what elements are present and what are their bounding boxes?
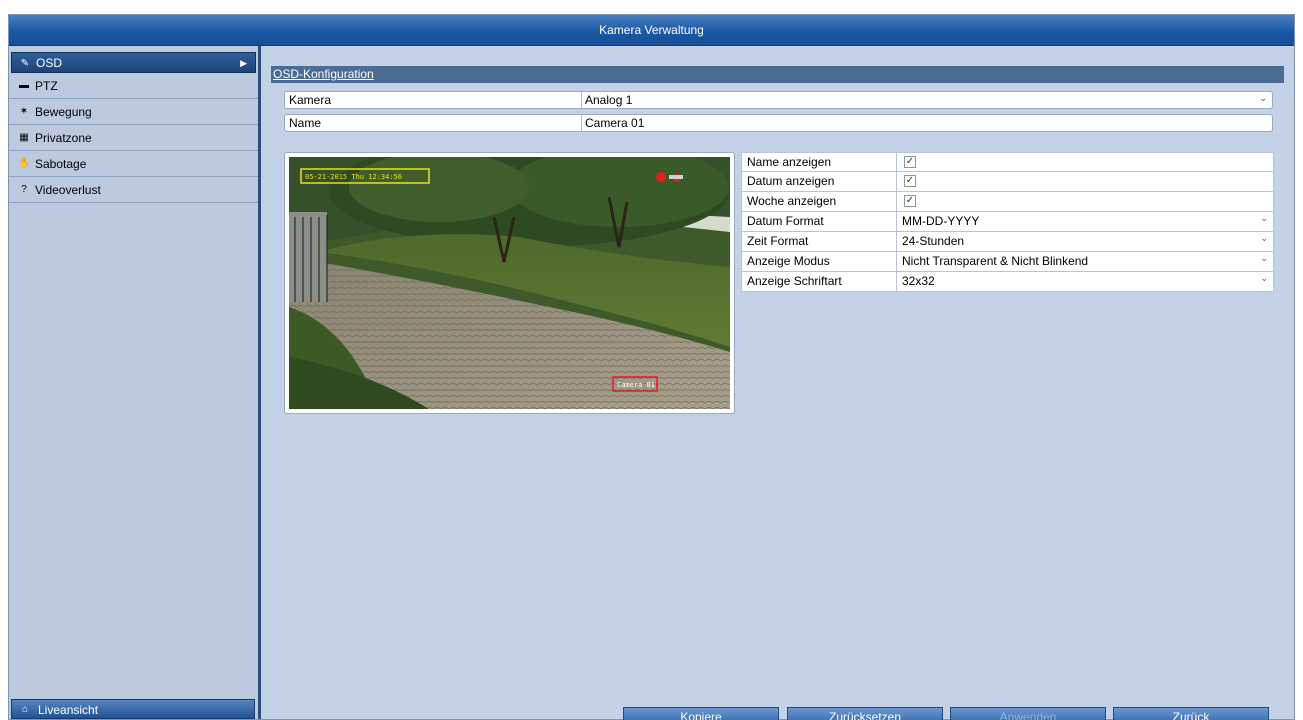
date-format-select[interactable]: MM-DD-YYYY: [902, 212, 979, 231]
live-view-button[interactable]: ⌂ Liveansicht: [11, 699, 255, 719]
sidebar-item-ptz[interactable]: ▬ PTZ: [9, 73, 258, 99]
row-divider: [896, 272, 897, 291]
ptz-camera-icon: ▬: [19, 80, 29, 91]
osd-options: Name anzeigen ✓ Datum anzeigen ✓ Woche a…: [741, 152, 1274, 292]
row-divider: [896, 172, 897, 191]
chevron-right-icon: ▶: [240, 58, 247, 68]
option-label: Name anzeigen: [747, 155, 832, 169]
name-value: Camera 01: [585, 116, 645, 130]
chevron-down-icon: ⌄: [1260, 253, 1268, 263]
camera-preview[interactable]: 05-21-2015 Thu 12:34:56 Camera 01: [284, 152, 735, 414]
sidebar-item-osd[interactable]: ✎ OSD ▶: [11, 52, 256, 73]
hand-icon: ✋: [18, 158, 31, 169]
time-format-select[interactable]: 24-Stunden: [902, 232, 964, 251]
option-date-format[interactable]: Datum Format MM-DD-YYYY ⌄: [741, 212, 1274, 232]
copy-button[interactable]: Kopiere: [623, 707, 779, 720]
running-person-icon: ✶: [19, 106, 29, 117]
option-label: Datum Format: [747, 214, 824, 228]
chevron-down-icon: ⌄: [1260, 273, 1268, 283]
option-label: Datum anzeigen: [747, 174, 835, 188]
option-display-mode[interactable]: Anzeige Modus Nicht Transparent & Nicht …: [741, 252, 1274, 272]
home-icon: ⌂: [22, 704, 29, 715]
option-label: Anzeige Modus: [747, 254, 830, 268]
option-show-date[interactable]: Datum anzeigen ✓: [741, 172, 1274, 192]
row-divider: [581, 92, 582, 108]
chevron-down-icon: ⌄: [1259, 93, 1267, 103]
row-divider: [581, 115, 582, 131]
option-time-format[interactable]: Zeit Format 24-Stunden ⌄: [741, 232, 1274, 252]
name-label: Name: [289, 116, 322, 130]
show-name-checkbox[interactable]: ✓: [904, 156, 916, 168]
display-mode-select[interactable]: Nicht Transparent & Nicht Blinkend: [902, 252, 1088, 271]
show-date-checkbox[interactable]: ✓: [904, 175, 916, 187]
camera-value: Analog 1: [585, 93, 633, 107]
sidebar: ✎ OSD ▶ ▬ PTZ ✶ Bewegung ▦ Privatzone ✋ …: [9, 46, 259, 719]
camera-label: Kamera: [289, 93, 332, 107]
row-divider: [896, 212, 897, 231]
section-header: OSD-Konfiguration: [271, 66, 1284, 83]
sidebar-item-label: PTZ: [35, 79, 58, 93]
sidebar-item-label: Bewegung: [35, 105, 92, 119]
window-title: Kamera Verwaltung: [9, 15, 1294, 46]
sidebar-item-privatzone[interactable]: ▦ Privatzone: [9, 125, 258, 151]
camera-management-window: Kamera Verwaltung ✎ OSD ▶ ▬ PTZ ✶ Bewegu…: [8, 14, 1295, 720]
name-field[interactable]: Name Camera 01: [284, 114, 1273, 132]
camera-preview-image: 05-21-2015 Thu 12:34:56 Camera 01: [289, 157, 730, 409]
sidebar-divider: [259, 46, 261, 719]
option-label: Anzeige Schriftart: [747, 274, 842, 288]
main-content: OSD-Konfiguration Kamera Analog 1 ⌄ Name…: [265, 46, 1294, 720]
back-button[interactable]: Zurück: [1113, 707, 1269, 720]
pencil-icon: ✎: [20, 58, 30, 69]
row-divider: [896, 252, 897, 271]
chevron-down-icon: ⌄: [1260, 213, 1268, 223]
apply-button[interactable]: Anwenden: [950, 707, 1106, 720]
sidebar-item-label: Sabotage: [35, 157, 87, 171]
reset-button[interactable]: Zurücksetzen: [787, 707, 943, 720]
privacy-mask-icon: ▦: [19, 132, 29, 143]
row-divider: [896, 192, 897, 211]
sidebar-item-label: Privatzone: [35, 131, 92, 145]
sidebar-item-bewegung[interactable]: ✶ Bewegung: [9, 99, 258, 125]
option-label: Woche anzeigen: [747, 194, 837, 208]
sidebar-item-label: Videoverlust: [35, 183, 101, 197]
camera-select[interactable]: Kamera Analog 1 ⌄: [284, 91, 1273, 109]
section-title: OSD-Konfiguration: [273, 67, 374, 81]
option-display-font[interactable]: Anzeige Schriftart 32x32 ⌄: [741, 272, 1274, 292]
chevron-down-icon: ⌄: [1260, 233, 1268, 243]
record-status-icon: [656, 172, 666, 182]
row-divider: [896, 153, 897, 171]
row-divider: [896, 232, 897, 251]
show-week-checkbox[interactable]: ✓: [904, 195, 916, 207]
live-view-label: Liveansicht: [38, 703, 99, 717]
sidebar-item-videoverlust[interactable]: ? Videoverlust: [9, 177, 258, 203]
sidebar-item-sabotage[interactable]: ✋ Sabotage: [9, 151, 258, 177]
question-box-icon: ?: [21, 184, 27, 195]
date-overlay-text: 05-21-2015 Thu 12:34:56: [305, 173, 402, 181]
option-show-name[interactable]: Name anzeigen ✓: [741, 152, 1274, 172]
sidebar-item-label: OSD: [36, 56, 63, 70]
name-overlay-text: Camera 01: [617, 381, 655, 389]
option-label: Zeit Format: [747, 234, 809, 248]
option-show-week[interactable]: Woche anzeigen ✓: [741, 192, 1274, 212]
display-font-select[interactable]: 32x32: [902, 272, 935, 291]
